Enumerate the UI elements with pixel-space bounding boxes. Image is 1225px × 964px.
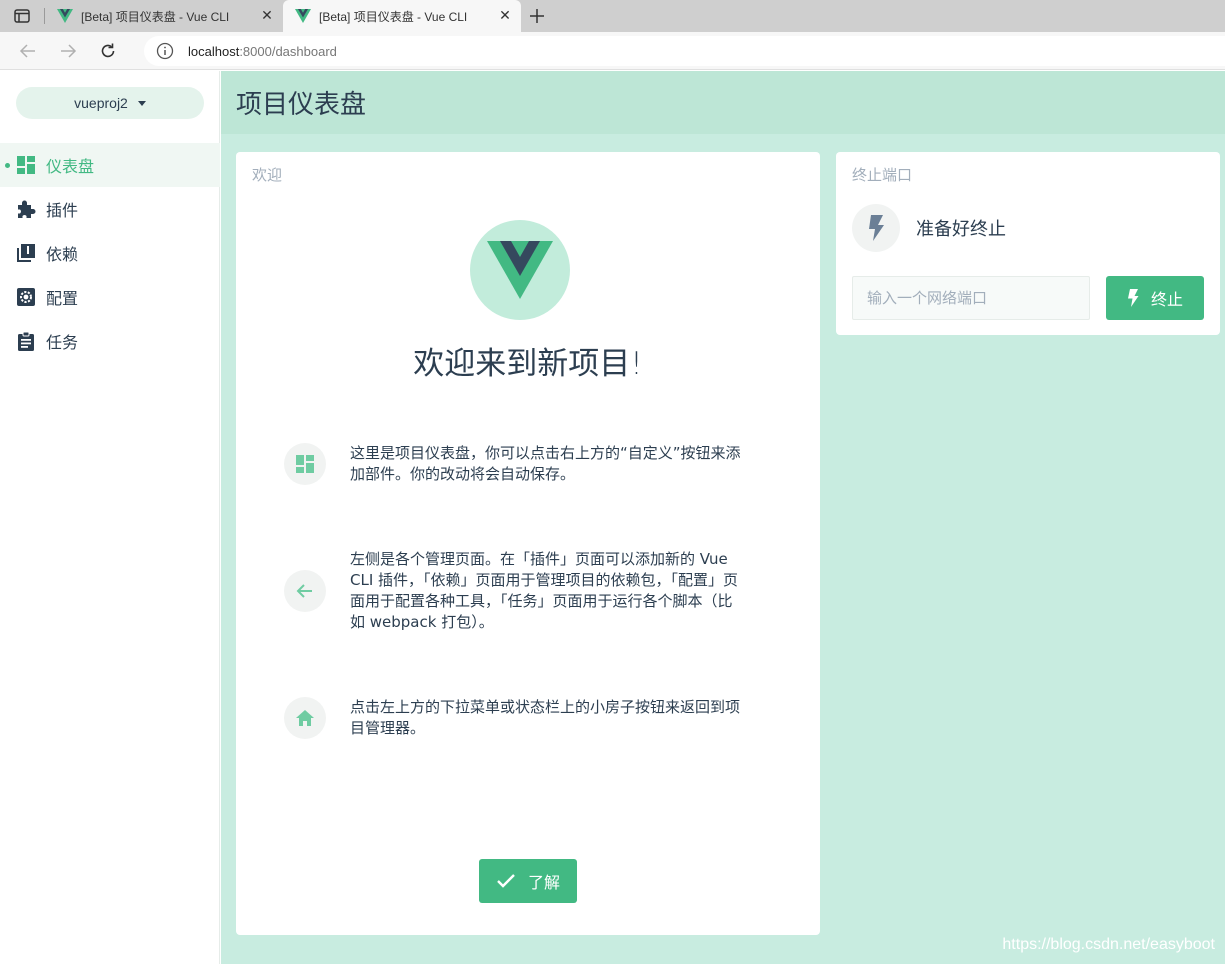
tab-title: [Beta] 项目仪表盘 - Vue CLI (319, 9, 468, 24)
browser-tab-1[interactable]: [Beta] 项目仪表盘 - Vue CLI ✕ (45, 0, 283, 32)
arrow-left-icon (19, 43, 35, 58)
caret-down-icon (137, 100, 146, 106)
sidebar-item-plugins[interactable]: 插件 (0, 187, 220, 231)
flash-icon (852, 204, 900, 252)
sidebar-nav: 仪表盘 插件 依赖 配置 任务 (0, 143, 220, 363)
browser-tab-bar: [Beta] 项目仪表盘 - Vue CLI ✕ [Beta] 项目仪表盘 - … (0, 0, 1225, 32)
dashboard-icon (284, 443, 326, 485)
url-field[interactable]: localhost:8000/dashboard (144, 36, 1225, 66)
sidebar-item-label: 仪表盘 (46, 157, 95, 176)
sidebar-item-label: 依赖 (46, 245, 79, 264)
kill-port-widget: 终止端口 准备好终止 终止 (836, 152, 1220, 335)
sidebar-item-tasks[interactable]: 任务 (0, 319, 220, 363)
sidebar-item-label: 任务 (46, 333, 79, 352)
dashboard-icon (16, 155, 36, 175)
sidebar-item-label: 插件 (46, 201, 79, 220)
page-header: 项目仪表盘 (221, 71, 1225, 134)
clipboard-icon (16, 331, 36, 351)
tip-navigation: 左侧是各个管理页面。在「插件」页面可以添加新的 Vue CLI 插件，「依赖」页… (284, 549, 744, 633)
library-books-icon (16, 243, 36, 263)
tip-text: 左侧是各个管理页面。在「插件」页面可以添加新的 Vue CLI 插件，「依赖」页… (350, 550, 739, 631)
browser-address-bar: localhost:8000/dashboard (0, 32, 1225, 70)
flash-icon (1127, 289, 1139, 307)
arrow-right-icon (61, 43, 77, 58)
kill-status: 准备好终止 (852, 204, 1006, 252)
understood-button[interactable]: 了解 (479, 859, 577, 903)
welcome-widget: 欢迎 欢迎来到新项目! 这里是项目仪表盘，你可以点击右上方的“自定义”按钮来添加… (236, 152, 820, 935)
url-host: localhost (188, 43, 240, 59)
home-icon (284, 697, 326, 739)
main-content: 项目仪表盘 欢迎 欢迎来到新项目! 这里是项目仪表盘，你可以点击右上方的“自定义… (221, 71, 1225, 964)
active-indicator (5, 163, 10, 168)
window-icon (14, 9, 30, 23)
tab-title: [Beta] 项目仪表盘 - Vue CLI (81, 9, 230, 24)
url-path: :8000/dashboard (239, 43, 337, 59)
button-label: 终止 (1150, 290, 1183, 309)
sidebar-item-dashboard[interactable]: 仪表盘 (0, 143, 220, 187)
tip-text: 点击左上方的下拉菜单或状态栏上的小房子按钮来返回到项目管理器。 (350, 698, 741, 737)
new-tab-button[interactable] (521, 0, 553, 32)
project-select-button[interactable]: vueproj2 (16, 87, 204, 119)
sidebar: vueproj2 仪表盘 插件 依赖 配置 任务 (0, 71, 220, 964)
vue-logo (470, 220, 570, 320)
tip-home: 点击左上方的下拉菜单或状态栏上的小房子按钮来返回到项目管理器。 (284, 697, 744, 739)
tab-close-icon[interactable]: ✕ (259, 8, 275, 24)
check-icon (497, 874, 515, 888)
plus-icon (530, 9, 544, 23)
arrow-left-icon (284, 570, 326, 612)
tip-dashboard: 这里是项目仪表盘，你可以点击右上方的“自定义”按钮来添加部件。你的改动将会自动保… (284, 443, 744, 485)
project-name: vueproj2 (74, 95, 128, 111)
vue-logo-icon (487, 241, 553, 299)
sidebar-item-dependencies[interactable]: 依赖 (0, 231, 220, 275)
browser-tab-2[interactable]: [Beta] 项目仪表盘 - Vue CLI ✕ (283, 0, 521, 32)
sidebar-item-label: 配置 (46, 289, 79, 308)
vue-favicon-icon (57, 9, 73, 23)
vue-favicon-icon (295, 9, 311, 23)
info-icon[interactable] (156, 42, 174, 60)
welcome-heading: 欢迎来到新项目! (413, 346, 643, 382)
puzzle-icon (16, 199, 36, 219)
reload-button[interactable] (88, 32, 128, 70)
watermark: https://blog.csdn.net/easyboot (1002, 936, 1215, 953)
tip-text: 这里是项目仪表盘，你可以点击右上方的“自定义”按钮来添加部件。你的改动将会自动保… (350, 444, 741, 483)
reload-icon (101, 43, 115, 57)
port-input[interactable] (852, 276, 1090, 320)
widget-title: 终止端口 (852, 166, 913, 184)
forward-button[interactable] (48, 32, 88, 70)
tab-actions-button[interactable] (0, 0, 44, 32)
kill-status-text: 准备好终止 (916, 219, 1006, 240)
button-label: 了解 (527, 873, 560, 892)
tab-close-icon[interactable]: ✕ (497, 8, 513, 24)
page-title: 项目仪表盘 (236, 90, 367, 120)
settings-icon (16, 287, 36, 307)
sidebar-item-configuration[interactable]: 配置 (0, 275, 220, 319)
back-button[interactable] (8, 32, 48, 70)
kill-button[interactable]: 终止 (1106, 276, 1204, 320)
widget-title: 欢迎 (252, 166, 283, 184)
